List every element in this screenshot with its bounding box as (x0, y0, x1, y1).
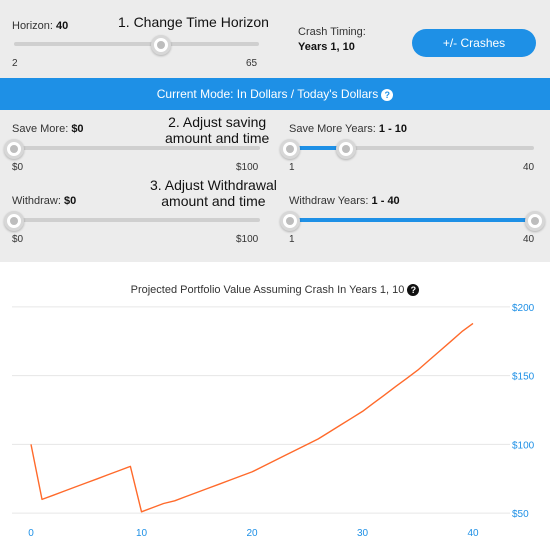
crash-timing-label: Crash Timing: (298, 26, 366, 38)
x-tick-label: 20 (246, 528, 258, 539)
chart-title: Projected Portfolio Value Assuming Crash… (0, 284, 550, 297)
crash-timing-value: Years 1, 10 (298, 41, 355, 53)
annotation-adjust-saving: 2. Adjust saving amount and time (165, 114, 269, 146)
save-more-slider-thumb[interactable] (4, 139, 24, 159)
save-more-max-label: $100 (236, 162, 259, 173)
withdraw-min-label: $0 (12, 234, 24, 245)
withdraw-slider-thumb[interactable] (4, 211, 24, 231)
x-tick-label: 0 (28, 528, 34, 539)
save-more-slider-track[interactable] (12, 146, 260, 150)
y-tick-label: $150 (512, 372, 535, 383)
save-more-years-end-thumb[interactable] (336, 139, 356, 159)
save-more-label: Save More: $0 (12, 123, 84, 135)
horizon-max-label: 65 (246, 58, 258, 69)
horizon-slider-thumb[interactable] (151, 35, 171, 55)
current-mode-text: Current Mode: In Dollars / Today's Dolla… (156, 87, 379, 101)
current-mode-bar: Current Mode: In Dollars / Today's Dolla… (0, 78, 550, 110)
series-line-0 (30, 322, 474, 513)
annotation-adjust-withdrawal-line-2: amount and time (161, 193, 266, 209)
save-more-years-start-thumb[interactable] (280, 139, 300, 159)
portfolio-line-chart: $50 $100 $150 $200 0 10 20 30 40 (12, 303, 535, 539)
withdraw-years-range-fill (289, 218, 534, 222)
annotation-adjust-withdrawal: 3. Adjust Withdrawal amount and time (150, 177, 277, 209)
annotation-adjust-withdrawal-line-1: 3. Adjust Withdrawal (150, 177, 277, 193)
withdraw-label: Withdraw: $0 (12, 195, 77, 207)
annotation-adjust-saving-line-1: 2. Adjust saving (168, 114, 267, 130)
y-tick-label: $200 (512, 303, 535, 314)
annotation-adjust-saving-line-2: amount and time (165, 130, 270, 146)
chart-title-text: Projected Portfolio Value Assuming Crash… (130, 284, 405, 296)
chart-help-icon[interactable]: ? (407, 284, 420, 297)
horizon-min-label: 2 (12, 58, 18, 69)
help-icon[interactable]: ? (381, 88, 394, 101)
y-tick-label: $100 (512, 440, 535, 451)
save-more-min-label: $0 (12, 162, 24, 173)
withdraw-years-start-thumb[interactable] (280, 211, 300, 231)
save-more-years-min-label: 1 (289, 162, 295, 173)
withdraw-years-max-label: 40 (523, 234, 535, 245)
horizon-label: Horizon: 40 (12, 20, 69, 32)
withdraw-slider-track[interactable] (12, 218, 260, 222)
annotation-change-time-horizon: 1. Change Time Horizon (118, 14, 269, 30)
save-more-years-label: Save More Years: 1 - 10 (289, 123, 408, 135)
x-tick-label: 30 (357, 528, 369, 539)
withdraw-years-min-label: 1 (289, 234, 295, 245)
x-tick-label: 40 (467, 528, 479, 539)
withdraw-years-label: Withdraw Years: 1 - 40 (289, 195, 400, 207)
withdraw-max-label: $100 (236, 234, 259, 245)
withdraw-years-end-thumb[interactable] (525, 211, 545, 231)
y-tick-label: $50 (512, 509, 529, 520)
x-tick-label: 10 (136, 528, 148, 539)
crashes-button[interactable]: +/- Crashes (412, 29, 536, 57)
horizon-slider-track[interactable] (14, 42, 259, 46)
save-more-years-max-label: 40 (523, 162, 535, 173)
